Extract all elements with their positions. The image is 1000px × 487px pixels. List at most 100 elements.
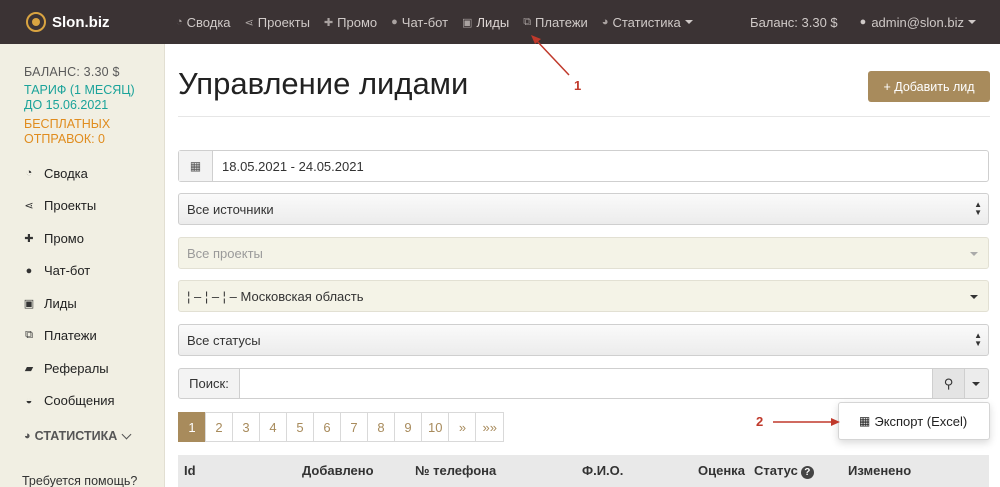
chat-icon: ● [25,264,33,277]
table-icon: ▦ [859,414,871,428]
sidebar-statistics-label: СТАТИСТИКА [34,429,118,443]
sidebar-item-label: Рефералы [44,360,109,376]
puzzle-icon: ✚ [24,232,34,245]
nav-item-leads[interactable]: ▣ Лиды [462,15,509,30]
nav-item-payments[interactable]: ⧉ Платежи [523,15,588,30]
export-excel-menu-item[interactable]: ▦ Экспорт (Excel) [838,402,990,440]
select-arrows-icon: ▲ ▼ [974,200,982,217]
user-icon: ● [859,16,867,28]
nav-item-promo[interactable]: ✚ Промо [324,15,377,30]
caret-down-icon [972,382,980,386]
page-last[interactable]: »» [475,412,504,442]
page-link[interactable]: 7 [340,412,368,442]
page-link[interactable]: 2 [205,412,233,442]
sidebar-balance: БАЛАНС: 3.30 $ [24,65,120,79]
region-select-value: ¦ – ¦ – ¦ – Московская область [187,288,364,304]
nav-item-label: Промо [337,14,378,30]
nav-item-label: Статистика [612,14,681,30]
date-range-field[interactable]: ▦ 18.05.2021 - 24.05.2021 [178,150,989,182]
sidebar-item-leads[interactable]: ▣ Лиды [22,287,162,320]
nav-right: Баланс: 3.30 $ ● admin@slon.biz [750,0,976,44]
nav-item-statistics[interactable]: ◕ Статистика [602,15,693,30]
column-header-modified[interactable]: Изменено [848,463,911,478]
page-link[interactable]: 5 [286,412,314,442]
sources-select[interactable]: Все источники ▲ ▼ [178,193,989,225]
top-navbar: Slon.biz ◔ Сводка ⋖ Проекты ✚ Промо ● Ча… [0,0,1000,44]
column-header-name[interactable]: Ф.И.О. [582,463,623,478]
sidebar-item-promo[interactable]: ✚ Промо [22,222,162,255]
search-input[interactable] [240,368,933,399]
sidebar: БАЛАНС: 3.30 $ ТАРИФ (1 МЕСЯЦ) ДО 15.06.… [0,44,165,487]
sidebar-statistics-toggle[interactable]: ◕ СТАТИСТИКА [24,429,132,443]
nav-item-summary[interactable]: ◔ Сводка [176,15,231,30]
page-link[interactable]: 1 [178,412,206,442]
sidebar-item-label: Лиды [44,295,77,311]
date-range-value: 18.05.2021 - 24.05.2021 [222,158,364,174]
statuses-select[interactable]: Все статусы ▲ ▼ [178,324,989,356]
nav-item-label: Проекты [257,14,310,30]
sidebar-tariff[interactable]: ТАРИФ (1 МЕСЯЦ) ДО 15.06.2021 [24,83,154,113]
sidebar-help[interactable]: Требуется помощь? [22,474,137,487]
nav-item-projects[interactable]: ⋖ Проекты [245,15,310,30]
help-question-icon[interactable]: ? [800,466,814,479]
caret-down-icon [970,252,978,256]
caret-down-icon [970,295,978,299]
sources-select-value: Все источники [187,201,274,217]
nav-item-chatbot[interactable]: ● Чат-бот [391,15,448,30]
nav-item-label: Чат-бот [401,14,449,30]
sidebar-item-label: Сводка [44,165,88,181]
column-header-rating[interactable]: Оценка [698,463,745,478]
projects-select[interactable]: Все проекты [178,237,989,269]
sidebar-menu: ◔ Сводка ⋖ Проекты ✚ Промо ● Чат-бот ▣ Л… [22,157,162,417]
column-header-id[interactable]: Id [184,463,196,478]
search-group: Поиск: ⚲ [178,368,989,399]
page-link[interactable]: 10 [421,412,450,442]
sidebar-free-sends: БЕСПЛАТНЫХ ОТПРАВОК: 0 [24,117,111,146]
nav-item-label: Лиды [476,14,510,30]
share-icon: ⋖ [244,16,254,29]
page-link[interactable]: 9 [394,412,422,442]
sidebar-item-messages[interactable]: ◒ Сообщения [22,385,162,418]
sidebar-item-payments[interactable]: ⧉ Платежи [22,320,162,353]
region-select[interactable]: ¦ – ¦ – ¦ – Московская область [178,280,989,312]
sidebar-item-referrals[interactable]: ▰ Рефералы [22,352,162,385]
share-icon: ⋖ [24,200,34,213]
brand[interactable]: Slon.biz [26,12,176,32]
messages-icon: ◒ [25,394,33,407]
sidebar-item-summary[interactable]: ◔ Сводка [22,157,162,190]
search-label: Поиск: [178,368,240,399]
annotation-label-2: 2 [756,414,764,429]
annotation-label-1: 1 [574,78,582,93]
payments-icon: ⧉ [523,15,532,28]
nav-item-label: Сводка [186,14,231,30]
leads-table-header: Id Добавлено № телефона Ф.И.О. Оценка Ст… [178,455,989,487]
page-title: Управление лидами [178,66,469,101]
nav-balance: Баланс: 3.30 $ [750,14,838,30]
export-label: Экспорт (Excel) [874,413,968,429]
brand-name: Slon.biz [52,13,110,31]
statuses-select-value: Все статусы [187,332,261,348]
search-icon: ⚲ [943,375,954,391]
sidebar-item-chatbot[interactable]: ● Чат-бот [22,255,162,288]
divider [178,116,990,117]
pie-chart-icon: ◕ [24,430,31,442]
column-header-added[interactable]: Добавлено [302,463,374,478]
page-next[interactable]: » [448,412,477,442]
pie-chart-icon: ◕ [601,16,609,28]
user-menu[interactable]: ● admin@slon.biz [860,15,976,30]
annotation-arrow-1 [535,39,570,76]
column-header-phone[interactable]: № телефона [415,463,496,478]
elephant-logo-icon [26,12,46,32]
page-link[interactable]: 8 [367,412,395,442]
dashboard-icon: ◔ [176,16,183,28]
search-options-dropdown-toggle[interactable] [965,368,989,399]
sidebar-item-label: Проекты [44,198,97,214]
page-link[interactable]: 6 [313,412,341,442]
column-header-status[interactable]: Статус? [754,463,814,479]
caret-down-icon [684,20,693,24]
sidebar-item-projects[interactable]: ⋖ Проекты [22,190,162,223]
search-button[interactable]: ⚲ [933,368,965,399]
add-lead-button[interactable]: + Добавить лид [868,71,990,102]
page-link[interactable]: 4 [259,412,287,442]
page-link[interactable]: 3 [232,412,260,442]
